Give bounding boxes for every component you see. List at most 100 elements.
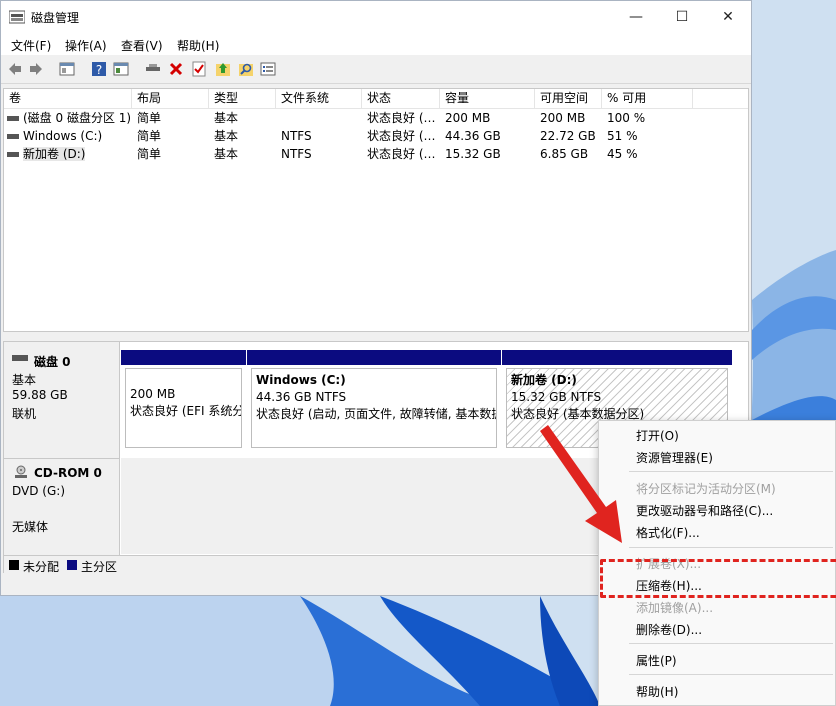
menu-item-explorer[interactable]: 资源管理器(E) [636, 449, 713, 466]
column-header-percent-free[interactable]: % 可用 [602, 89, 693, 108]
cdrom-0-drive: DVD (G:) [12, 484, 65, 498]
console-icon[interactable] [113, 61, 129, 77]
table-row[interactable]: Windows (C:) 简单 基本 NTFS 状态良好 (… 44.36 GB… [4, 127, 748, 145]
menu-file[interactable]: 文件(F) [11, 37, 51, 54]
partition-title: Windows (C:) [256, 373, 346, 387]
volume-type: 基本 [214, 147, 239, 161]
partition-size: 200 MB [130, 387, 176, 401]
connect-icon[interactable] [145, 61, 161, 77]
volume-percent-free: 51 % [607, 129, 638, 143]
menu-item-mark-active: 将分区标记为活动分区(M) [636, 482, 776, 496]
menu-separator [629, 674, 833, 675]
volume-type: 基本 [214, 111, 239, 125]
partition-size: 44.36 GB NTFS [256, 390, 347, 404]
volume-icon [7, 152, 19, 157]
table-row[interactable]: 新加卷 (D:) 简单 基本 NTFS 状态良好 (… 15.32 GB 6.8… [4, 145, 748, 163]
column-header-status[interactable]: 状态 [362, 89, 440, 108]
menu-bar: 文件(F) 操作(A) 查看(V) 帮助(H) [1, 33, 751, 55]
partition-bar [247, 350, 501, 365]
table-row[interactable]: (磁盘 0 磁盘分区 1) 简单 基本 状态良好 (… 200 MB 200 M… [4, 109, 748, 127]
cd-drive-icon [15, 465, 27, 478]
column-header-filesystem[interactable]: 文件系统 [276, 89, 362, 108]
back-arrow-icon[interactable] [7, 61, 23, 77]
volume-free-space: 200 MB [540, 111, 586, 125]
minimize-button[interactable]: — [613, 1, 659, 33]
volume-capacity: 44.36 GB [445, 129, 501, 143]
volume-capacity: 200 MB [445, 111, 491, 125]
volume-name: 新加卷 (D:) [23, 147, 86, 161]
partition-windows-c[interactable]: Windows (C:) 44.36 GB NTFS 状态良好 (启动, 页面文… [247, 350, 501, 452]
menu-separator [629, 471, 833, 472]
partition-bar [121, 350, 246, 365]
menu-item-format[interactable]: 格式化(F)... [636, 524, 700, 541]
disk-0-name: 磁盘 0 [34, 355, 71, 369]
volume-percent-free: 45 % [607, 147, 638, 161]
disk-0-info[interactable]: 磁盘 0 基本 59.88 GB 联机 [4, 342, 120, 458]
partition-efi[interactable]: 200 MB 状态良好 (EFI 系统分 [121, 350, 246, 452]
maximize-button[interactable]: ☐ [659, 1, 705, 33]
disk-management-app-icon [9, 10, 25, 24]
volume-free-space: 6.85 GB [540, 147, 589, 161]
volume-status: 状态良好 (… [367, 147, 436, 161]
menu-separator [629, 643, 833, 644]
menu-item-help[interactable]: 帮助(H) [636, 683, 678, 700]
volume-name: (磁盘 0 磁盘分区 1) [23, 111, 132, 125]
menu-item-change-drive-letter[interactable]: 更改驱动器号和路径(C)... [636, 502, 773, 519]
up-arrow-icon[interactable] [215, 61, 231, 77]
volume-free-space: 22.72 GB [540, 129, 596, 143]
volume-list: 卷 布局 类型 文件系统 状态 容量 可用空间 % 可用 (磁盘 0 磁盘分区 … [3, 88, 749, 332]
delete-icon[interactable] [168, 61, 184, 77]
column-header-type[interactable]: 类型 [209, 89, 276, 108]
close-button[interactable]: ✕ [705, 1, 751, 33]
highlight-box [600, 559, 836, 598]
menu-help[interactable]: 帮助(H) [177, 37, 219, 54]
cdrom-0-name: CD-ROM 0 [34, 466, 102, 480]
partition-title: 新加卷 (D:) [511, 373, 577, 387]
help-icon[interactable]: ? [91, 61, 107, 77]
column-header-free-space[interactable]: 可用空间 [535, 89, 602, 108]
menu-item-open[interactable]: 打开(O) [636, 427, 679, 444]
menu-action[interactable]: 操作(A) [65, 37, 107, 54]
partition-bar [502, 350, 732, 365]
unallocated-swatch [9, 560, 19, 570]
volume-layout: 简单 [137, 129, 162, 143]
column-header-volume[interactable]: 卷 [4, 89, 132, 108]
volume-layout: 简单 [137, 147, 162, 161]
search-icon[interactable] [238, 61, 254, 77]
partition-size: 15.32 GB NTFS [511, 390, 602, 404]
menu-view[interactable]: 查看(V) [121, 37, 163, 54]
partition-status: 状态良好 (启动, 页面文件, 故障转储, 基本数据 [256, 407, 497, 421]
disk-0-type: 基本 [12, 373, 37, 387]
volume-icon [7, 134, 19, 139]
menu-item-properties[interactable]: 属性(P) [636, 652, 677, 669]
volume-list-header: 卷 布局 类型 文件系统 状态 容量 可用空间 % 可用 [4, 89, 748, 109]
title-bar: 磁盘管理 — ☐ ✕ [1, 1, 751, 33]
cdrom-0-media: 无媒体 [12, 520, 49, 534]
legend-primary: 主分区 [81, 560, 118, 574]
list-icon[interactable] [260, 61, 276, 77]
volume-percent-free: 100 % [607, 111, 646, 125]
volume-icon [7, 116, 19, 121]
toolbar: ? [1, 56, 751, 84]
menu-item-add-mirror: 添加镜像(A)... [636, 601, 714, 615]
menu-item-delete-volume[interactable]: 删除卷(D)... [636, 621, 702, 638]
svg-text:?: ? [96, 63, 102, 77]
partition-body: 200 MB 状态良好 (EFI 系统分 [125, 368, 242, 448]
forward-arrow-icon[interactable] [28, 61, 44, 77]
menu-separator [629, 547, 833, 548]
cdrom-0-info[interactable]: CD-ROM 0 DVD (G:) 无媒体 [4, 458, 120, 555]
column-header-capacity[interactable]: 容量 [440, 89, 535, 108]
primary-swatch [67, 560, 77, 570]
properties-icon[interactable] [59, 61, 75, 77]
column-header-layout[interactable]: 布局 [132, 89, 209, 108]
check-icon[interactable] [191, 61, 207, 77]
disk-0-state: 联机 [12, 407, 37, 421]
volume-name: Windows (C:) [23, 129, 103, 143]
partition-body: Windows (C:) 44.36 GB NTFS 状态良好 (启动, 页面文… [251, 368, 497, 448]
volume-filesystem [276, 109, 362, 127]
volume-layout: 简单 [137, 111, 162, 125]
disk-icon [12, 355, 28, 361]
volume-capacity: 15.32 GB [445, 147, 501, 161]
volume-filesystem: NTFS [281, 129, 312, 143]
volume-status: 状态良好 (… [367, 129, 436, 143]
